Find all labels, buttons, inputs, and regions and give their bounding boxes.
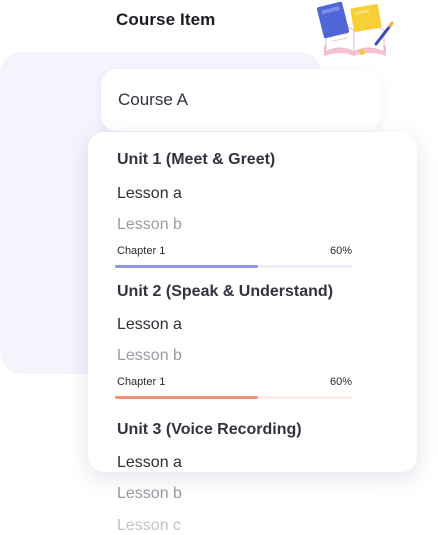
page-title: Course Item bbox=[116, 10, 216, 29]
lesson-item[interactable]: Lesson b bbox=[117, 216, 182, 234]
progress-label: Chapter 1 bbox=[117, 376, 166, 388]
progress-bar bbox=[115, 396, 353, 399]
progress-label: Chapter 1 bbox=[117, 245, 166, 257]
course-selector[interactable]: Course A bbox=[101, 69, 381, 131]
progress-percent: 60% bbox=[329, 245, 352, 257]
lesson-item[interactable]: Lesson a bbox=[117, 454, 182, 472]
lesson-item[interactable]: Lesson b bbox=[117, 485, 182, 503]
lesson-item[interactable]: Lesson c bbox=[117, 517, 181, 535]
course-name: Course A bbox=[118, 90, 188, 109]
progress-bar-fill bbox=[115, 265, 258, 268]
unit-title[interactable]: Unit 3 (Voice Recording) bbox=[117, 421, 302, 439]
books-illustration-icon bbox=[316, 1, 394, 56]
progress-percent: 60% bbox=[329, 376, 352, 388]
progress-bar bbox=[115, 265, 353, 268]
lesson-item[interactable]: Lesson a bbox=[117, 316, 182, 334]
unit-title[interactable]: Unit 2 (Speak & Understand) bbox=[117, 283, 333, 301]
lesson-item[interactable]: Lesson b bbox=[117, 347, 182, 365]
progress-bar-fill bbox=[115, 396, 258, 399]
lesson-item[interactable]: Lesson a bbox=[117, 185, 182, 203]
unit-title[interactable]: Unit 1 (Meet & Greet) bbox=[117, 151, 275, 169]
